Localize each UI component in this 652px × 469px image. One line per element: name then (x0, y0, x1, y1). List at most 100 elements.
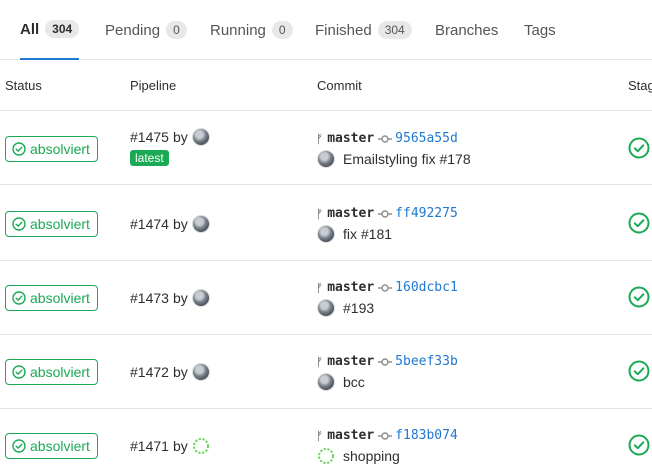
tab-finished-label: Finished (315, 21, 372, 39)
status-label: absolviert (30, 290, 90, 306)
commit-message-link[interactable]: shopping (343, 448, 400, 464)
status-label: absolviert (30, 438, 90, 454)
status-label: absolviert (30, 141, 90, 157)
commit-icon (378, 357, 393, 366)
tab-branches[interactable]: Branches (435, 0, 498, 60)
check-circle-icon (12, 142, 26, 156)
stage-success-icon[interactable] (628, 360, 650, 382)
pipeline-by-label: by (172, 438, 188, 454)
column-pipeline-header: Pipeline (130, 78, 177, 93)
branch-name-link[interactable]: master (327, 354, 374, 369)
column-stages-header: Stag (628, 78, 652, 93)
commit-message-link[interactable]: bcc (343, 374, 365, 390)
commit-author-avatar[interactable] (317, 447, 335, 465)
commit-ref: ᚠ master ff492275 (316, 206, 458, 221)
stage-success-icon[interactable] (628, 137, 650, 159)
commit-title: fix #181 (317, 225, 392, 243)
commit-sha-link[interactable]: f183b074 (395, 428, 458, 443)
commit-sha-link[interactable]: 5beef33b (395, 354, 458, 369)
tab-tags-label: Tags (524, 21, 556, 39)
avatar[interactable] (191, 363, 210, 381)
pipeline-by-label: by (172, 364, 188, 380)
pipeline-row: absolviert #1472 by ᚠ master 5beef33b bcc (0, 335, 652, 409)
status-badge[interactable]: absolviert (5, 359, 98, 385)
pipeline-tabs: All 304 Pending 0 Running 0 Finished 304… (0, 0, 652, 60)
branch-name-link[interactable]: master (327, 428, 374, 443)
commit-author-avatar[interactable] (317, 225, 335, 243)
commit-message-link[interactable]: Emailstyling fix #178 (343, 151, 471, 167)
branch-icon: ᚠ (316, 131, 324, 146)
check-circle-icon (12, 439, 26, 453)
status-badge[interactable]: absolviert (5, 433, 98, 459)
commit-author-avatar[interactable] (317, 373, 335, 391)
commit-title: #193 (317, 299, 374, 317)
status-badge[interactable]: absolviert (5, 211, 98, 237)
pipeline-by-label: by (172, 216, 188, 232)
tab-tags[interactable]: Tags (524, 0, 556, 60)
pipeline-id-link[interactable]: #1472 (130, 364, 169, 380)
branch-icon: ᚠ (316, 354, 324, 369)
latest-badge: latest (130, 150, 169, 166)
pipeline-by-label: by (172, 290, 188, 306)
avatar[interactable] (191, 215, 210, 233)
pipeline-by-label: by (172, 129, 188, 145)
tab-all[interactable]: All 304 (20, 0, 80, 60)
avatar[interactable] (191, 437, 210, 455)
commit-title: shopping (317, 447, 400, 465)
branch-icon: ᚠ (316, 206, 324, 221)
commit-ref: ᚠ master 9565a55d (316, 131, 458, 146)
commit-ref: ᚠ master f183b074 (316, 428, 458, 443)
tab-pending[interactable]: Pending 0 (105, 0, 187, 60)
pipeline-info: #1475 by (130, 128, 210, 146)
pipeline-row: absolviert #1473 by ᚠ master 160dcbc1 #193 (0, 261, 652, 335)
pipeline-id-link[interactable]: #1474 (130, 216, 169, 232)
commit-author-avatar[interactable] (317, 150, 335, 168)
stage-success-icon[interactable] (628, 286, 650, 308)
commit-ref: ᚠ master 160dcbc1 (316, 280, 458, 295)
stage-success-icon[interactable] (628, 212, 650, 234)
commit-sha-link[interactable]: ff492275 (395, 206, 458, 221)
commit-sha-link[interactable]: 160dcbc1 (395, 280, 458, 295)
check-circle-icon (12, 365, 26, 379)
commit-sha-link[interactable]: 9565a55d (395, 131, 458, 146)
branch-icon: ᚠ (316, 428, 324, 443)
pipeline-row: absolviert #1474 by ᚠ master ff492275 fix #181 (0, 187, 652, 261)
tab-finished[interactable]: Finished 304 (315, 0, 412, 60)
pipeline-info: #1471 by (130, 437, 210, 455)
pipeline-info: #1472 by (130, 363, 210, 381)
tab-branches-label: Branches (435, 21, 499, 39)
branch-name-link[interactable]: master (327, 206, 374, 221)
status-badge[interactable]: absolviert (5, 285, 98, 311)
column-commit-header: Commit (317, 78, 362, 93)
pipeline-id-link[interactable]: #1471 (130, 438, 169, 454)
branch-name-link[interactable]: master (327, 131, 374, 146)
status-badge[interactable]: absolviert (5, 136, 98, 162)
tab-running-label: Running (210, 21, 266, 39)
commit-message-link[interactable]: #193 (343, 300, 374, 316)
avatar[interactable] (191, 128, 210, 146)
tab-finished-count: 304 (377, 21, 412, 39)
stage-success-icon[interactable] (628, 434, 650, 456)
commit-icon (378, 134, 393, 143)
commit-icon (378, 431, 393, 440)
check-circle-icon (12, 217, 26, 231)
commit-icon (378, 283, 393, 292)
column-status-header: Status (5, 78, 42, 93)
check-circle-icon (12, 291, 26, 305)
pipeline-row: absolviert #1471 by ᚠ master f183b074 shopping (0, 409, 652, 469)
commit-author-avatar[interactable] (317, 299, 335, 317)
table-header: Status Pipeline Commit Stag (0, 60, 652, 111)
pipeline-id-link[interactable]: #1473 (130, 290, 169, 306)
avatar[interactable] (191, 289, 210, 307)
tab-all-label: All (20, 20, 40, 38)
tab-running[interactable]: Running 0 (210, 0, 293, 60)
branch-name-link[interactable]: master (327, 280, 374, 295)
pipeline-info: #1473 by (130, 289, 210, 307)
tab-running-count: 0 (271, 21, 293, 39)
status-label: absolviert (30, 364, 90, 380)
commit-message-link[interactable]: fix #181 (343, 226, 392, 242)
tab-all-count: 304 (45, 20, 80, 38)
commit-icon (378, 209, 393, 218)
pipeline-id-link[interactable]: #1475 (130, 129, 169, 145)
tab-pending-label: Pending (105, 21, 161, 39)
